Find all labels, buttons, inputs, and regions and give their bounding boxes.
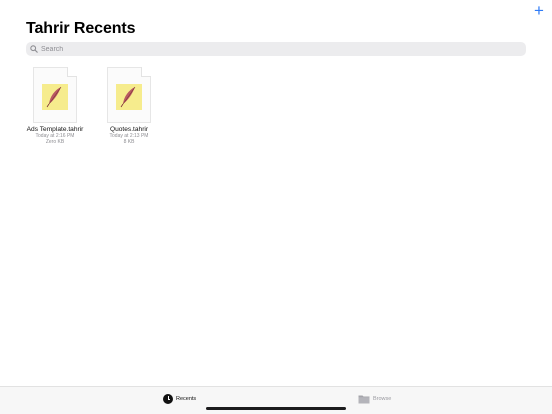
file-thumbnail[interactable] (33, 67, 77, 123)
plus-icon: + (534, 1, 544, 20)
page-fold (141, 67, 151, 77)
add-document-button[interactable]: + (531, 2, 547, 20)
folder-icon (358, 395, 370, 404)
page-title: Tahrir Recents (26, 20, 136, 37)
tab-recents[interactable]: Recents (163, 393, 196, 405)
sticky-note (42, 84, 68, 110)
clock-icon (163, 394, 173, 404)
tab-browse-label: Browse (373, 396, 392, 402)
file-size: Zero KB (45, 139, 65, 145)
tab-recents-label: Recents (176, 396, 197, 402)
home-indicator (206, 407, 346, 410)
feather-icon (46, 86, 62, 108)
file-size: 8 KB (123, 139, 135, 145)
feather-icon (120, 86, 136, 108)
tab-browse[interactable]: Browse (358, 393, 391, 405)
file-item-ads-template[interactable]: Ads Template.tahrir Today at 2:16 PM Zer… (15, 67, 95, 145)
file-name: Ads Template.tahrir (26, 126, 84, 133)
file-name: Quotes.tahrir (109, 126, 149, 133)
page-fold (67, 67, 77, 77)
file-item-quotes[interactable]: Quotes.tahrir Today at 2:13 PM 8 KB (89, 67, 169, 145)
search-input[interactable] (41, 43, 501, 55)
file-thumbnail[interactable] (107, 67, 151, 123)
search-bar[interactable] (26, 42, 526, 56)
sticky-note (116, 84, 142, 110)
search-icon (30, 45, 38, 53)
